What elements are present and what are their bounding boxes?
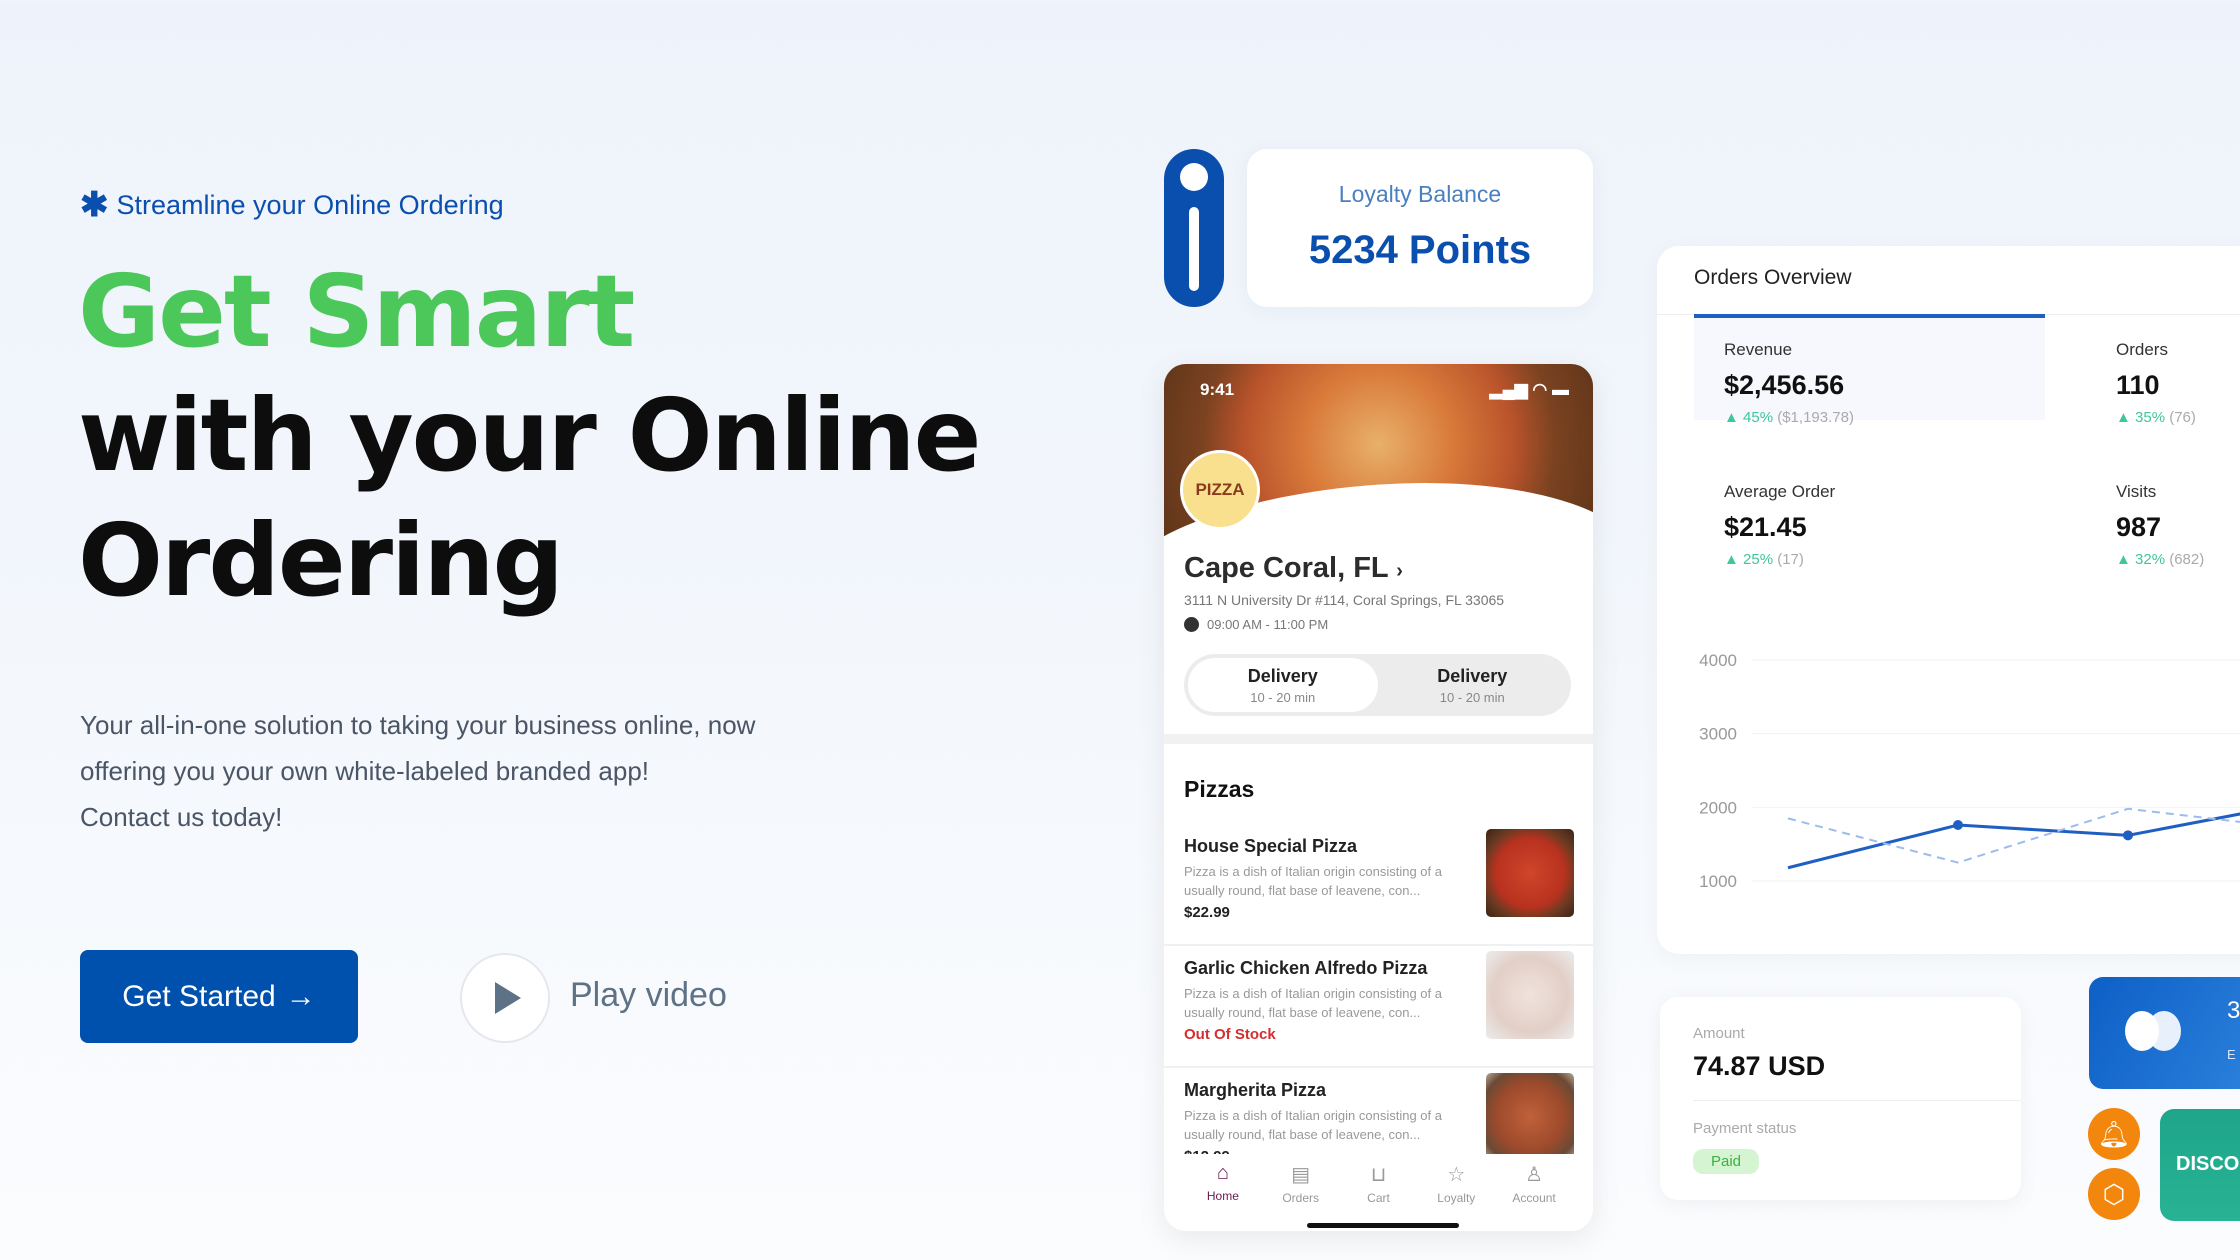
nav-orders[interactable]: ▤ Orders: [1262, 1154, 1340, 1231]
description-line: Your all-in-one solution to taking your …: [80, 710, 756, 740]
card-expiry: E: [2227, 1047, 2236, 1062]
get-started-button[interactable]: Get Started →: [80, 950, 358, 1043]
bell-icon[interactable]: 🔔︎: [2088, 1108, 2140, 1160]
store-address: 3111 N University Dr #114, Coral Springs…: [1184, 592, 1505, 608]
credit-card: 3 E: [2089, 977, 2240, 1089]
nav-cart[interactable]: ⊔ Cart: [1340, 1154, 1418, 1231]
amount-label: Amount: [1693, 1025, 1745, 1042]
play-video-button[interactable]: [460, 953, 550, 1043]
headline-line-3: Ordering: [78, 502, 564, 619]
chevron-right-icon: ›: [1396, 560, 1403, 582]
status-icons: ▂▄▆ ◠ ▬: [1489, 380, 1569, 399]
pizza-logo: PIZZA: [1180, 450, 1260, 530]
nav-account[interactable]: ♙ Account: [1495, 1154, 1573, 1231]
get-started-label: Get Started: [122, 979, 276, 1013]
menu-item[interactable]: House Special Pizza Pizza is a dish of It…: [1164, 824, 1593, 946]
headline-line-1: Get Smart: [78, 253, 635, 370]
discover-card: DISCO: [2160, 1109, 2240, 1221]
tagline: ✱ Streamline your Online Ordering: [80, 188, 504, 222]
status-badge: Paid: [1693, 1149, 1760, 1174]
orders-overview-card: Orders Overview Revenue $2,456.56 ▲ 45% ($…: [1657, 246, 2240, 954]
nav-loyalty[interactable]: ☆ Loyalty: [1417, 1154, 1495, 1231]
status-time: 9:41: [1200, 380, 1235, 399]
receipt-icon: ▤: [1291, 1164, 1311, 1186]
nav-home[interactable]: ⌂ Home: [1184, 1154, 1262, 1231]
home-indicator: [1307, 1223, 1459, 1228]
revenue-line-chart: 4000 3000 2000 1000: [1699, 651, 2240, 891]
section-title: Pizzas: [1184, 776, 1255, 802]
card-number: 3: [2227, 997, 2240, 1024]
description-line: Contact us today!: [80, 802, 283, 832]
home-icon: ⌂: [1216, 1162, 1229, 1184]
user-icon: ♙: [1525, 1164, 1544, 1186]
divider: [1164, 734, 1593, 744]
series-line: [1787, 812, 2240, 870]
hero-description: Your all-in-one solution to taking your …: [80, 702, 880, 840]
phone-mockup: 9:41 ▂▄▆ ◠ ▬ PIZZA Cape Coral, FL › 3111…: [1164, 364, 1593, 1231]
order-option[interactable]: Delivery 10 - 20 min: [1188, 658, 1378, 712]
bottom-nav: ⌂ Home ▤ Orders ⊔ Cart ☆ Loyalty ♙ Account: [1164, 1154, 1593, 1231]
loyalty-value: 5234 Points: [1308, 228, 1532, 272]
asterisk-icon: ✱: [80, 186, 109, 224]
headline-line-2: with your Online: [78, 377, 981, 494]
pizza-thumbnail: [1486, 829, 1574, 917]
arrow-right-icon: →: [285, 979, 316, 1013]
location-title[interactable]: Cape Coral, FL ›: [1184, 552, 1403, 585]
play-video-link[interactable]: Play video: [570, 976, 727, 1015]
data-point: [1953, 820, 1963, 831]
tagline-text: Streamline your Online Ordering: [116, 189, 504, 220]
payment-card: Amount 74.87 USD Payment status Paid: [1660, 997, 2021, 1200]
pizza-thumbnail: [1486, 1073, 1574, 1161]
series-line: [1787, 807, 2240, 864]
order-type-toggle[interactable]: Delivery 10 - 20 min Delivery 10 - 20 min: [1184, 654, 1571, 716]
order-option[interactable]: Delivery 10 - 20 min: [1378, 658, 1568, 712]
play-icon: [495, 982, 521, 1014]
payment-status-label: Payment status: [1693, 1120, 1797, 1137]
description-line: offering you your own white-labeled bran…: [80, 756, 650, 786]
loyalty-label: Loyalty Balance: [1338, 181, 1502, 207]
pizza-thumbnail: [1486, 951, 1574, 1039]
loyalty-balance-card: Loyalty Balance 5234 Points: [1247, 149, 1593, 307]
amount-value: 74.87 USD: [1693, 1051, 1826, 1081]
y-tick-label: 4000: [1699, 651, 1737, 670]
y-tick-label: 3000: [1699, 725, 1737, 744]
menu-item[interactable]: Garlic Chicken Alfredo Pizza Pizza is a d…: [1164, 946, 1593, 1068]
data-point: [2123, 830, 2133, 841]
box-icon[interactable]: ⬡: [2088, 1168, 2140, 1220]
star-icon: ☆: [1447, 1164, 1466, 1186]
basket-icon: ⊔: [1370, 1164, 1387, 1186]
store-hours: 09:00 AM - 11:00 PM: [1184, 617, 1328, 632]
clock-icon: [1184, 617, 1199, 632]
y-tick-label: 2000: [1699, 798, 1737, 817]
y-tick-label: 1000: [1699, 872, 1737, 891]
info-icon: [1164, 149, 1224, 307]
